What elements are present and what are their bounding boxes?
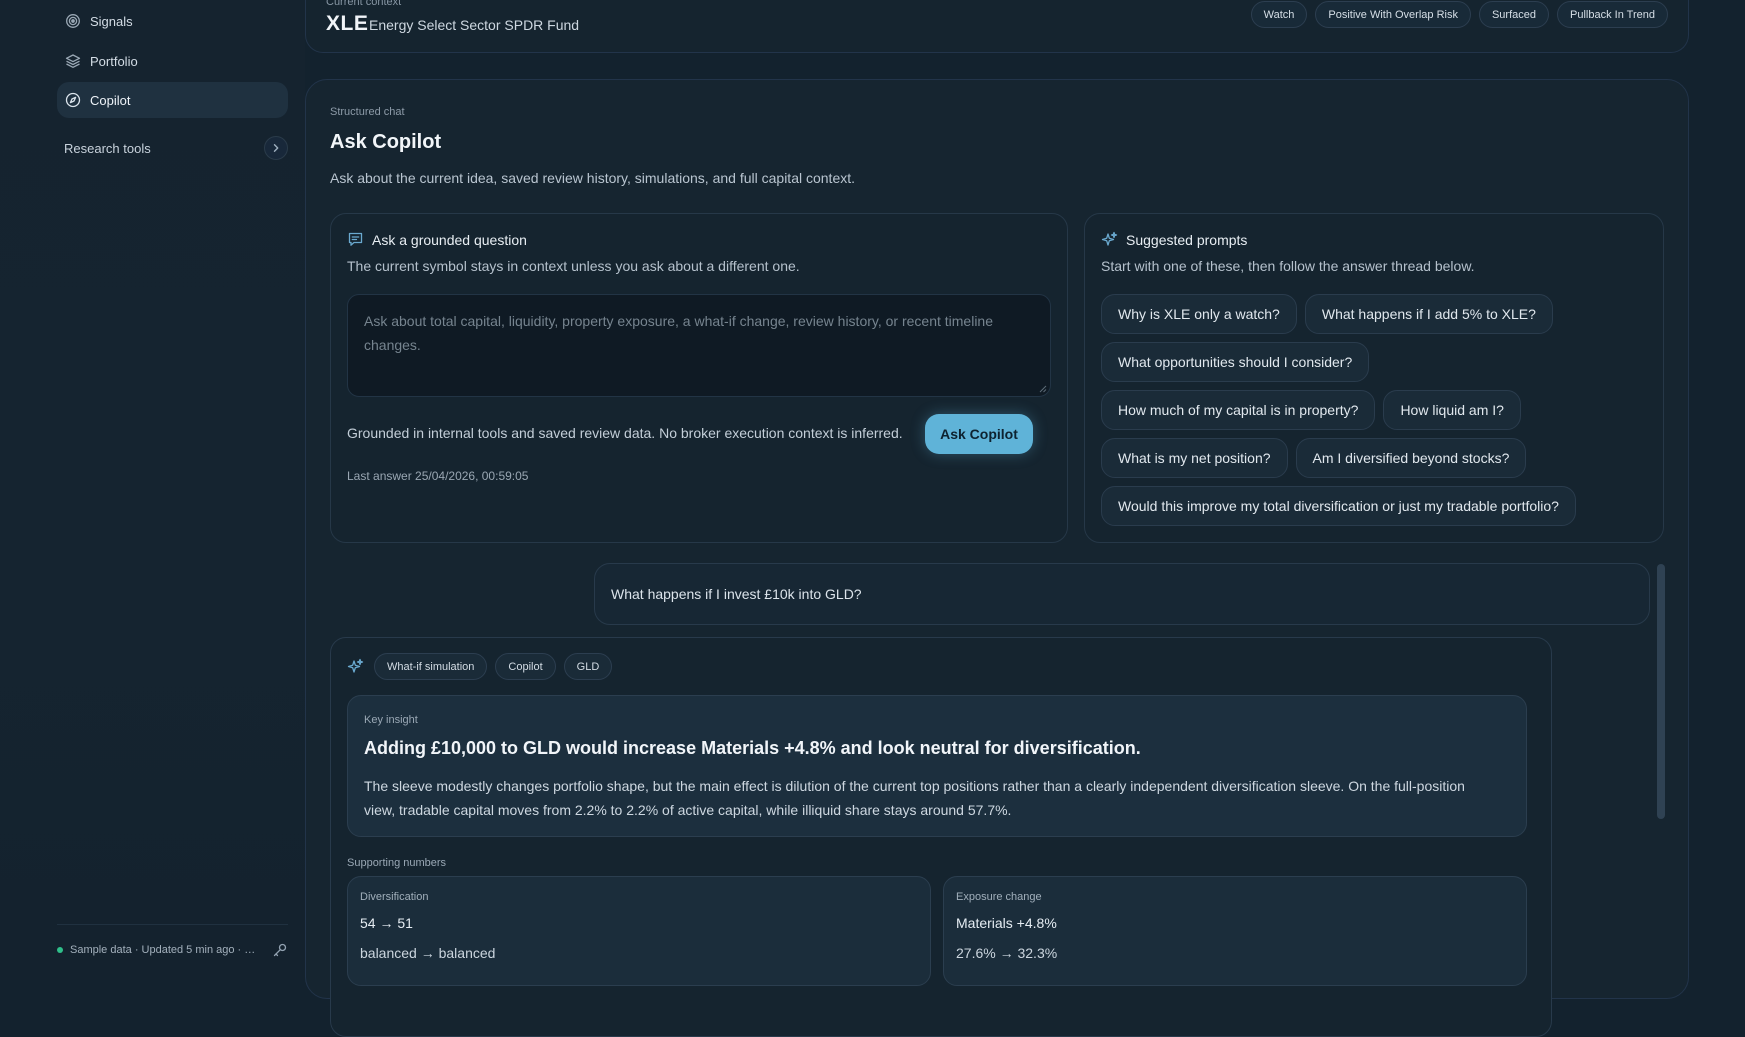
status-dot (57, 947, 63, 953)
metric-detail: 27.6% → 32.3% (956, 945, 1058, 961)
metric-value: Materials +4.8% (956, 915, 1057, 931)
compass-icon (65, 92, 81, 108)
question-input[interactable]: Ask about total capital, liquidity, prop… (347, 294, 1051, 397)
status-badge: Pullback In Trend (1557, 1, 1668, 28)
prompt-chip[interactable]: What is my net position? (1101, 438, 1288, 478)
symbol-ticker: XLE (326, 12, 369, 35)
prompt-chip[interactable]: Would this improve my total diversificat… (1101, 486, 1576, 526)
answer-tag: GLD (563, 653, 613, 680)
research-tools-label: Research tools (64, 140, 151, 156)
prompt-chip[interactable]: What opportunities should I consider? (1101, 342, 1370, 382)
sidebar-item-copilot[interactable]: Copilot (57, 82, 288, 118)
prompt-list: Why is XLE only a watch? What happens if… (1101, 294, 1641, 526)
research-tools-toggle[interactable]: Research tools (57, 136, 288, 160)
sparkles-icon (1101, 231, 1118, 248)
signal-icon (65, 13, 81, 29)
user-message-text: What happens if I invest £10k into GLD? (611, 586, 862, 602)
sidebar-item-label: Portfolio (90, 53, 138, 69)
insight-body: The sleeve modestly changes portfolio sh… (364, 778, 1465, 818)
answer-tag: What-if simulation (374, 653, 488, 680)
prompts-card-description: Start with one of these, then follow the… (1101, 258, 1475, 274)
sidebar: Signals Portfolio Copilot Research tools… (0, 0, 305, 980)
copilot-answer-card: What-if simulation Copilot GLD Key insig… (330, 637, 1552, 1037)
status-badge: Positive With Overlap Risk (1315, 1, 1471, 28)
conversation-scrollbar[interactable] (1655, 564, 1665, 1004)
fund-name: Energy Select Sector SPDR Fund (369, 17, 580, 33)
metric-card-exposure: Exposure change Materials +4.8% 27.6% → … (943, 876, 1527, 986)
suggested-prompts-card: Suggested prompts Start with one of thes… (1084, 213, 1664, 543)
page-subtitle: Ask about the current idea, saved review… (330, 170, 856, 186)
answer-tag: Copilot (495, 653, 556, 680)
key-insight-panel: Key insight Adding £10,000 to GLD would … (347, 695, 1527, 837)
metric-value: 54 → 51 (360, 915, 413, 931)
scrollbar-thumb[interactable] (1657, 564, 1665, 819)
insight-label: Key insight (364, 714, 418, 726)
copilot-panel: Structured chat Ask Copilot Ask about th… (305, 79, 1689, 1037)
prompts-card-heading: Suggested prompts (1101, 231, 1247, 248)
status-badge: Watch (1250, 1, 1308, 28)
status-badge: Surfaced (1478, 1, 1549, 28)
chevron-right-icon[interactable] (264, 136, 288, 160)
chat-bubble-icon (347, 231, 364, 248)
sidebar-item-label: Signals (90, 13, 133, 29)
ask-card-heading: Ask a grounded question (347, 231, 527, 248)
key-icon[interactable] (272, 942, 288, 958)
section-eyebrow: Structured chat (330, 106, 405, 118)
ask-copilot-button[interactable]: Ask Copilot (925, 414, 1033, 454)
data-status-text: Sample data · Updated 5 min ago · N... (70, 944, 260, 956)
current-context-card: Current context XLE Energy Select Sector… (305, 0, 1689, 53)
metric-label: Diversification (360, 891, 429, 903)
grounding-note: Grounded in internal tools and saved rev… (347, 425, 903, 441)
prompts-card-title: Suggested prompts (1126, 231, 1248, 248)
ask-card-description: The current symbol stays in context unle… (347, 258, 800, 274)
ask-question-card: Ask a grounded question The current symb… (330, 213, 1068, 543)
metric-label: Exposure change (956, 891, 1042, 903)
metric-detail: balanced → balanced (360, 945, 496, 961)
ask-card-title: Ask a grounded question (372, 231, 527, 248)
insight-title: Adding £10,000 to GLD would increase Mat… (364, 738, 1141, 758)
layers-icon (65, 53, 81, 69)
context-label: Current context (326, 0, 402, 8)
supporting-numbers-label: Supporting numbers (347, 857, 447, 869)
prompt-chip[interactable]: How liquid am I? (1383, 390, 1521, 430)
sidebar-footer: Sample data · Updated 5 min ago · N... (57, 924, 288, 958)
sidebar-item-portfolio[interactable]: Portfolio (57, 43, 288, 79)
sidebar-item-signals[interactable]: Signals (57, 3, 288, 39)
page-title: Ask Copilot (330, 131, 442, 153)
context-chips: Watch Positive With Overlap Risk Surface… (1250, 1, 1668, 28)
last-answer-timestamp: Last answer 25/04/2026, 00:59:05 (347, 469, 529, 483)
user-message-bubble: What happens if I invest £10k into GLD? (594, 563, 1650, 625)
sparkles-icon (347, 658, 364, 675)
prompt-chip[interactable]: Why is XLE only a watch? (1101, 294, 1297, 334)
resize-handle-icon[interactable] (1039, 385, 1047, 393)
answer-tags: What-if simulation Copilot GLD (347, 653, 613, 680)
prompt-chip[interactable]: How much of my capital is in property? (1101, 390, 1376, 430)
prompt-chip[interactable]: Am I diversified beyond stocks? (1295, 438, 1527, 478)
question-placeholder: Ask about total capital, liquidity, prop… (364, 313, 994, 353)
sidebar-item-label: Copilot (90, 92, 131, 108)
metric-card-diversification: Diversification 54 → 51 balanced → balan… (347, 876, 931, 986)
prompt-chip[interactable]: What happens if I add 5% to XLE? (1304, 294, 1553, 334)
